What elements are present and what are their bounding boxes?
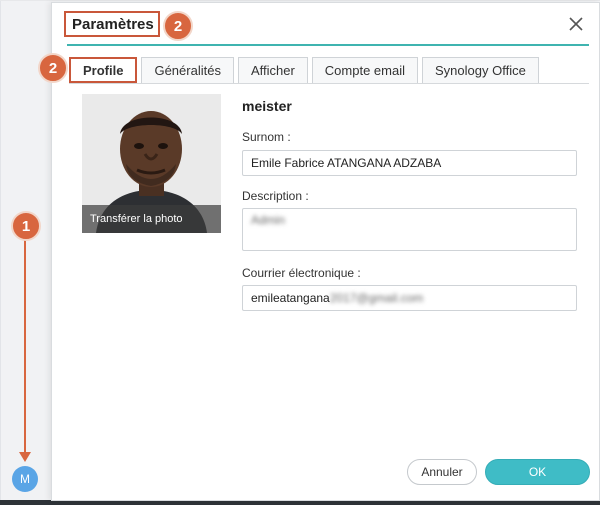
tab-divider	[69, 83, 589, 84]
title-underline	[67, 44, 589, 46]
annotation-marker-1: 1	[11, 211, 41, 241]
settings-dialog: Paramètres Profile Généralités Afficher …	[51, 2, 600, 501]
dialog-title: Paramètres	[64, 11, 160, 37]
nickname-label: Surnom :	[242, 130, 291, 144]
email-field[interactable]: emileatangana 2017@gmail.com	[242, 285, 577, 311]
annotation-arrow-head	[19, 452, 31, 462]
ok-button[interactable]: OK	[485, 459, 590, 485]
description-value: Admin	[251, 213, 286, 227]
cancel-button[interactable]: Annuler	[407, 459, 477, 485]
username: meister	[242, 98, 292, 114]
tab-general[interactable]: Généralités	[141, 57, 234, 83]
nickname-value: Emile Fabrice ATANGANA ADZABA	[251, 156, 442, 170]
upload-photo-button[interactable]: Transférer la photo	[82, 205, 221, 233]
email-visible: emileatangana	[251, 291, 330, 305]
email-label: Courrier électronique :	[242, 266, 361, 280]
close-icon[interactable]	[567, 15, 585, 33]
sidebar-border	[0, 0, 1, 505]
top-separator	[0, 0, 600, 1]
tab-synology-office[interactable]: Synology Office	[422, 57, 539, 83]
email-hidden: 2017@gmail.com	[329, 291, 424, 305]
description-field[interactable]: Admin	[242, 208, 577, 251]
tab-email-account[interactable]: Compte email	[311, 57, 418, 83]
user-avatar[interactable]: M	[12, 466, 38, 492]
nickname-field[interactable]: Emile Fabrice ATANGANA ADZABA	[242, 150, 577, 176]
tab-display[interactable]: Afficher	[237, 57, 308, 83]
annotation-marker-2-tab: 2	[38, 53, 68, 83]
annotation-marker-2-title: 2	[163, 11, 193, 41]
profile-photo[interactable]: Transférer la photo	[82, 94, 221, 233]
description-label: Description :	[242, 189, 309, 203]
tab-profile[interactable]: Profile	[69, 57, 138, 83]
tab-bar: Profile Généralités Afficher Compte emai…	[69, 57, 543, 83]
avatar-initial: M	[20, 472, 30, 486]
annotation-arrow-line	[24, 239, 26, 453]
